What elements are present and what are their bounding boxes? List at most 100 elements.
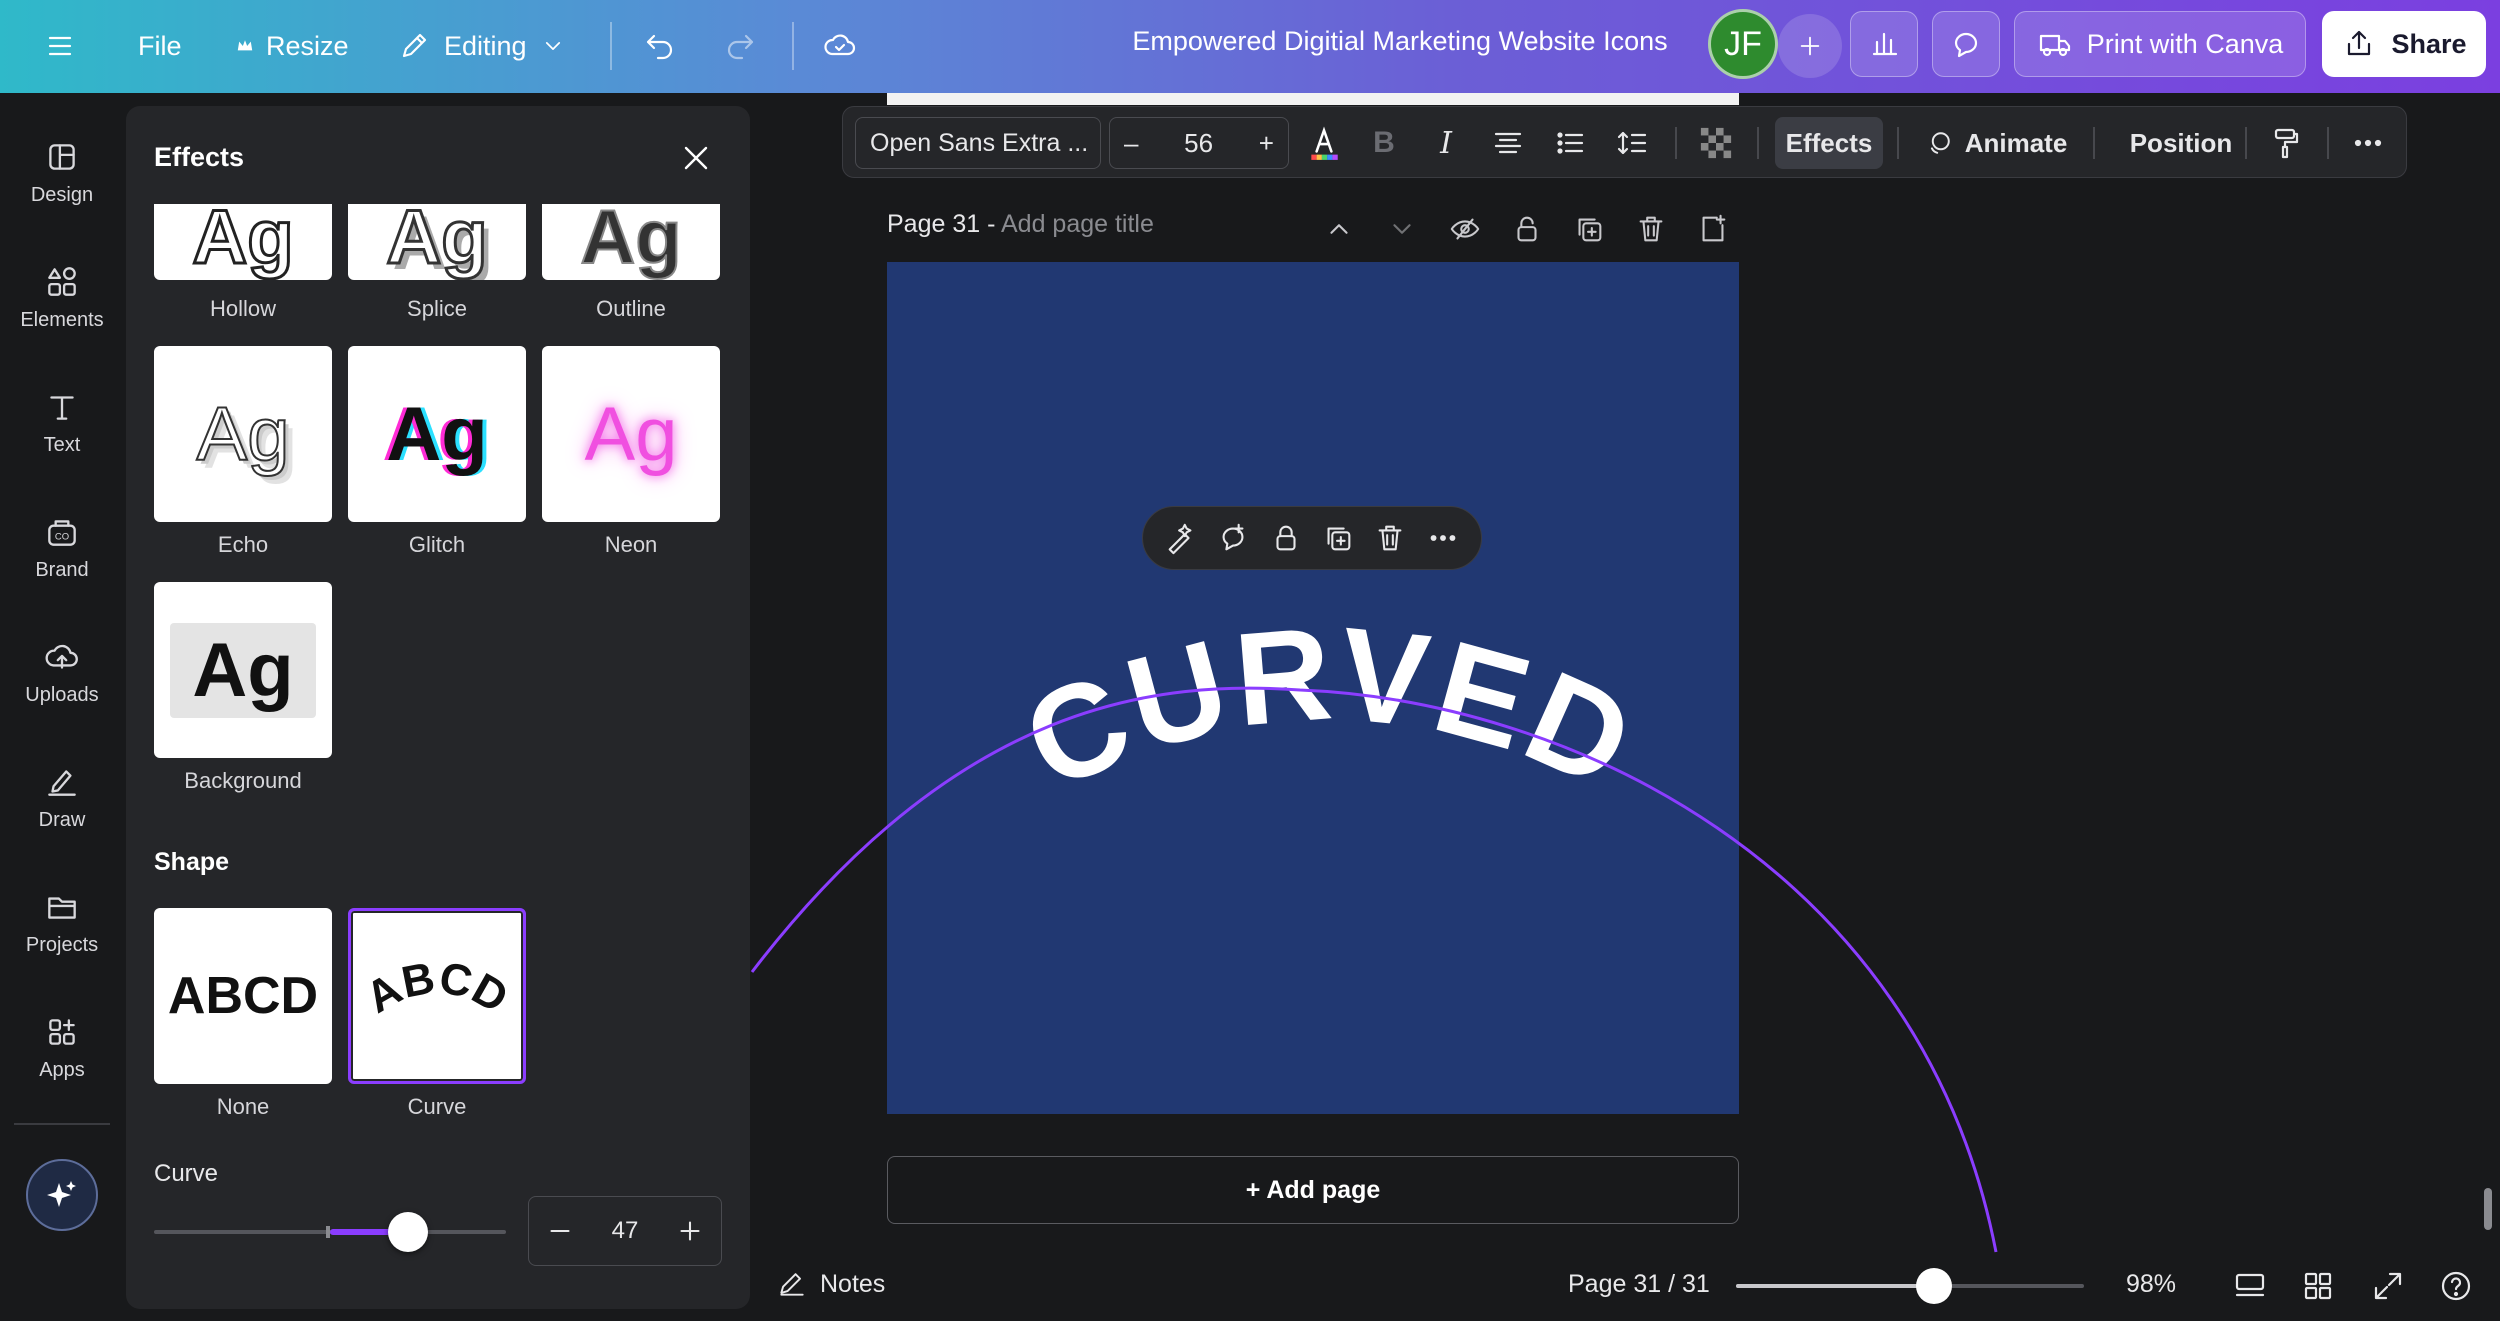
effect-sample: Ag (385, 204, 489, 280)
toolbar-divider (1897, 127, 1899, 159)
comments-button[interactable] (1932, 11, 2000, 77)
trash-icon[interactable] (1373, 521, 1407, 555)
page-view-button[interactable] (2232, 1268, 2268, 1304)
list-button[interactable] (1547, 117, 1593, 169)
effect-sample: Ag (386, 391, 488, 477)
effect-card-hollow[interactable]: Ag (154, 204, 332, 280)
move-page-down-button[interactable] (1385, 212, 1419, 246)
file-menu-button[interactable]: File (138, 14, 182, 78)
rail-item-uploads[interactable]: Uploads (0, 617, 124, 727)
font-size-value[interactable]: 56 (1184, 128, 1213, 159)
add-page-button[interactable]: + Add page (887, 1156, 1739, 1224)
undo-icon (646, 34, 673, 60)
page-title-input[interactable]: Add page title (1001, 210, 1154, 238)
rail-item-elements[interactable]: Elements (0, 242, 124, 352)
bold-button[interactable]: B (1361, 117, 1407, 169)
font-size-stepper: – 56 + (1109, 117, 1289, 169)
increase-font-button[interactable]: + (1259, 128, 1274, 159)
effect-card-glitch[interactable]: Ag (348, 346, 526, 522)
slider-thumb[interactable] (388, 1212, 428, 1252)
shape-card-curve[interactable]: ABCD (348, 908, 526, 1084)
spacing-button[interactable] (1609, 117, 1655, 169)
curve-slider[interactable] (154, 1212, 506, 1252)
effect-sample: Ag (196, 391, 291, 478)
fullscreen-button[interactable] (2370, 1268, 2406, 1304)
add-page-after-button[interactable] (1696, 212, 1730, 246)
shape-sample: ABCD (167, 967, 319, 1025)
zoom-slider[interactable] (1736, 1268, 2084, 1304)
topbar-divider (792, 22, 794, 70)
shape-card-none[interactable]: ABCD (154, 908, 332, 1084)
effect-card-outline[interactable]: Ag (542, 204, 720, 280)
rail-label: Draw (38, 808, 86, 831)
invite-button[interactable] (1778, 14, 1842, 78)
shape-label: None (216, 1094, 270, 1119)
decrease-font-button[interactable]: – (1124, 128, 1138, 159)
rail-item-apps[interactable]: Apps (0, 992, 124, 1102)
curve-value[interactable]: 47 (612, 1217, 639, 1245)
rail-label: Text (43, 433, 81, 456)
help-button[interactable] (2438, 1268, 2474, 1304)
effects-button[interactable]: Effects (1775, 117, 1883, 169)
effect-card-background[interactable]: Ag (154, 582, 332, 758)
lock-icon[interactable] (1269, 521, 1303, 555)
undo-button[interactable] (642, 14, 678, 78)
delete-page-button[interactable] (1634, 212, 1668, 246)
minus-icon[interactable] (543, 1214, 577, 1248)
page-indicator[interactable]: Page 31 / 31 (1568, 1270, 1710, 1299)
magic-assistant-button[interactable] (26, 1159, 98, 1231)
truck-icon (2039, 34, 2070, 57)
duplicate-page-button[interactable] (1572, 212, 1606, 246)
text-color-button[interactable] (1301, 117, 1347, 169)
italic-button[interactable]: I (1423, 117, 1469, 169)
effect-card-splice[interactable]: Ag (348, 204, 526, 280)
animate-button[interactable]: Animate (1915, 117, 2075, 169)
font-family-dropdown[interactable]: Open Sans Extra ... (855, 117, 1101, 169)
align-button[interactable] (1485, 117, 1531, 169)
hide-page-button[interactable] (1448, 212, 1482, 246)
toolbar-divider (2245, 127, 2247, 159)
curved-text-element[interactable]: CURVED (1030, 590, 1630, 810)
close-panel-button[interactable] (676, 138, 716, 178)
magic-edit-icon[interactable] (1164, 521, 1198, 555)
duplicate-icon[interactable] (1321, 521, 1355, 555)
redo-button[interactable] (722, 14, 758, 78)
effect-card-neon[interactable]: Ag (542, 346, 720, 522)
notes-button[interactable]: Notes (776, 1268, 885, 1300)
more-options-button[interactable] (2345, 117, 2391, 169)
effect-card-echo[interactable]: Ag (154, 346, 332, 522)
share-button[interactable]: Share (2322, 11, 2486, 77)
rail-item-draw[interactable]: Draw (0, 742, 124, 852)
more-horizontal-icon[interactable] (1426, 521, 1460, 555)
grid-view-button[interactable] (2300, 1268, 2336, 1304)
insights-button[interactable] (1850, 11, 1918, 77)
position-button[interactable]: Position (2111, 117, 2251, 169)
document-title[interactable]: Empowered Digitial Marketing Website Ico… (1100, 26, 1700, 57)
move-page-up-button[interactable] (1322, 212, 1356, 246)
comment-add-icon[interactable] (1216, 521, 1250, 555)
cloud-check-icon (824, 34, 856, 56)
animate-label: Animate (1964, 127, 2068, 158)
transparency-button[interactable] (1693, 117, 1739, 169)
rail-item-text[interactable]: Text (0, 367, 124, 477)
rail-label: Brand (35, 558, 89, 581)
rail-item-projects[interactable]: Projects (0, 867, 124, 977)
save-status-button[interactable] (822, 14, 858, 78)
topbar-divider (610, 22, 612, 70)
toolbar-divider (2093, 127, 2095, 159)
effect-label: Echo (217, 532, 269, 557)
curved-text: CURVED (1030, 599, 1630, 810)
print-with-canva-button[interactable]: Print with Canva (2014, 11, 2306, 77)
menu-button[interactable] (42, 14, 78, 78)
rail-item-brand[interactable]: CO Brand (0, 492, 124, 602)
copy-style-button[interactable] (2263, 117, 2309, 169)
resize-button[interactable]: Resize (232, 14, 349, 78)
lock-page-button[interactable] (1510, 212, 1544, 246)
editing-mode-button[interactable]: Editing (396, 14, 567, 78)
plus-icon[interactable] (673, 1214, 707, 1248)
rail-item-design[interactable]: Design (0, 117, 124, 227)
zoom-level[interactable]: 98% (2126, 1270, 2176, 1299)
avatar[interactable]: JF (1708, 9, 1778, 79)
canvas-scrollbar[interactable] (2484, 1188, 2492, 1230)
zoom-slider-thumb[interactable] (1915, 1268, 1952, 1304)
